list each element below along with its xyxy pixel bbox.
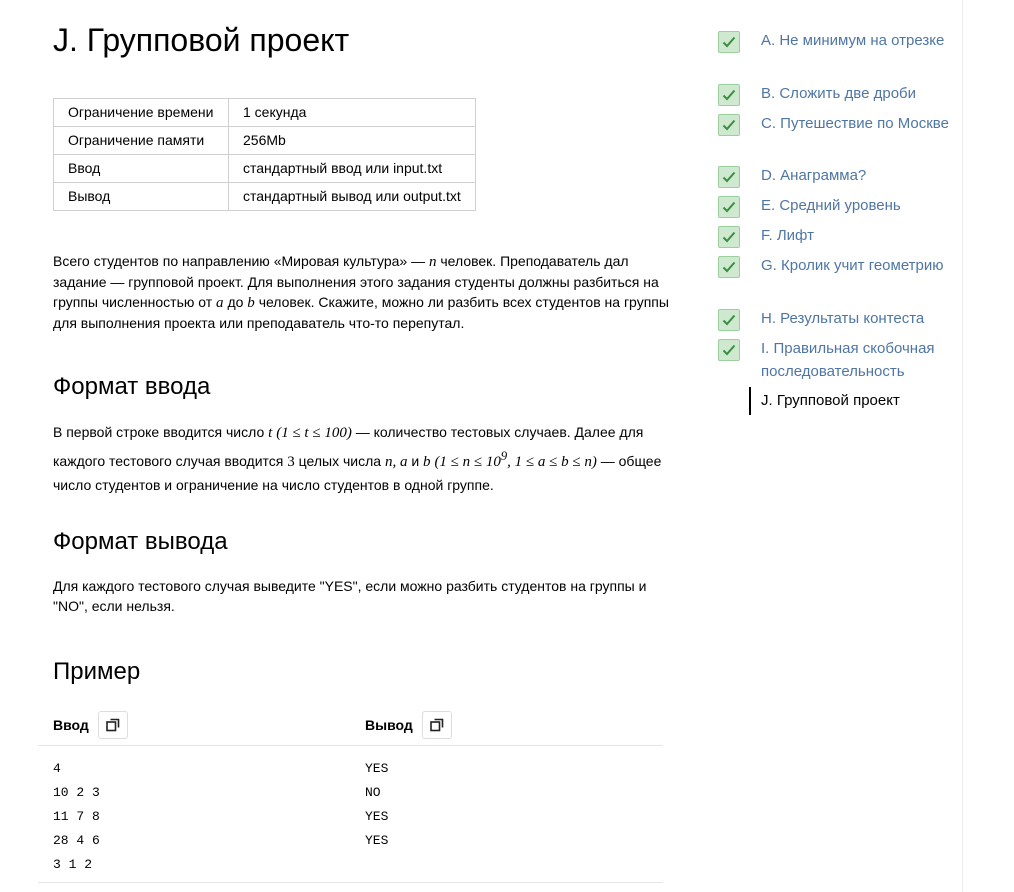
example-output: YES NO YES YES — [365, 757, 388, 853]
limit-key: Вывод — [53, 182, 229, 211]
example-input-line: 11 7 8 — [53, 809, 100, 824]
math-number: 3 — [287, 454, 295, 470]
math-vars: n, a — [384, 454, 408, 470]
problem-page: J. Групповой проект Ограничение времени … — [0, 0, 1014, 892]
input-text: В первой строке вводится число — [53, 424, 265, 440]
limits-row: Ввод стандартный ввод или input.txt — [53, 154, 476, 183]
nav-item-label[interactable]: B. Сложить две дроби — [761, 82, 951, 105]
check-icon — [718, 84, 740, 106]
check-icon — [718, 196, 740, 218]
current-marker — [749, 387, 751, 415]
nav-item-label[interactable]: D. Анаграмма? — [761, 164, 951, 187]
copy-icon — [105, 718, 120, 732]
example-input-label: Ввод — [53, 717, 89, 733]
check-icon — [718, 114, 740, 136]
copy-output-button[interactable] — [421, 711, 452, 739]
example-heading: Пример — [53, 658, 141, 685]
limits-row: Ограничение памяти 256Mb — [53, 126, 476, 155]
example-divider — [38, 745, 663, 746]
limits-row: Вывод стандартный вывод или output.txt — [53, 182, 476, 211]
check-icon — [718, 31, 740, 53]
example-input-header: Ввод — [53, 711, 128, 739]
output-format-heading: Формат вывода — [53, 528, 228, 555]
copy-input-button[interactable] — [97, 711, 128, 739]
example-output-line: YES — [365, 761, 389, 776]
math-var-t: t — [268, 425, 273, 441]
limits-row: Ограничение времени 1 секунда — [53, 98, 476, 127]
nav-item-label[interactable]: E. Средний уровень — [761, 194, 951, 217]
check-icon — [718, 226, 740, 248]
example-input: 4 10 2 3 11 7 8 28 4 6 3 1 2 — [53, 757, 100, 877]
math-constraint-close: , 1 ≤ a ≤ b ≤ n) — [507, 454, 597, 470]
nav-item-label[interactable]: I. Правильная скобочная последовательнос… — [761, 337, 951, 383]
example-input-line: 10 2 3 — [53, 785, 100, 800]
limit-key: Ограничение памяти — [53, 126, 229, 155]
example-output-header: Вывод — [365, 711, 452, 739]
page-divider — [962, 0, 963, 892]
math-var-b: b — [247, 295, 255, 311]
example-input-line: 3 1 2 — [53, 857, 93, 872]
nav-item-label[interactable]: H. Результаты контеста — [761, 307, 951, 330]
input-text: и — [411, 453, 420, 469]
nav-item-label[interactable]: A. Не минимум на отрезке — [761, 29, 951, 52]
input-text: целых числа — [298, 453, 382, 469]
check-icon — [718, 339, 740, 361]
nav-item-label[interactable]: F. Лифт — [761, 224, 951, 247]
input-format-heading: Формат ввода — [53, 373, 211, 400]
example-output-line: YES — [365, 809, 389, 824]
nav-item-label[interactable]: C. Путешествие по Москве — [761, 112, 951, 135]
math-constraint-open: (1 ≤ n ≤ 10 — [434, 454, 501, 470]
example-input-line: 28 4 6 — [53, 833, 100, 848]
nav-item-label[interactable]: G. Кролик учит геометрию — [761, 254, 951, 277]
math-var-b: b — [423, 454, 431, 470]
legend-text: Всего студентов по направлению «Мировая … — [53, 253, 426, 269]
example-output-line: YES — [365, 833, 389, 848]
input-format-text: В первой строке вводится число t (1 ≤ t … — [53, 421, 673, 497]
copy-icon — [429, 718, 444, 732]
math-constraint-n: (1 ≤ n ≤ 109, 1 ≤ a ≤ b ≤ n) — [434, 449, 597, 470]
limit-value: стандартный ввод или input.txt — [228, 154, 476, 183]
check-icon — [718, 166, 740, 188]
limits-table: Ограничение времени 1 секунда Ограничени… — [53, 98, 476, 211]
math-var-n: n — [428, 254, 437, 270]
check-icon — [718, 256, 740, 278]
example-output-line: NO — [365, 785, 381, 800]
limit-value: стандартный вывод или output.txt — [228, 182, 476, 211]
problem-legend: Всего студентов по направлению «Мировая … — [53, 251, 673, 333]
limit-value: 1 секунда — [228, 98, 476, 127]
check-icon — [718, 309, 740, 331]
output-format-text: Для каждого тестового случая выведите "Y… — [53, 578, 647, 614]
legend-text: до — [227, 294, 244, 310]
math-var-a: a — [216, 295, 224, 311]
limit-value: 256Mb — [228, 126, 476, 155]
example-divider — [38, 882, 663, 883]
problem-title: J. Групповой проект — [53, 22, 350, 58]
example-input-line: 4 — [53, 761, 61, 776]
math-constraint-t: (1 ≤ t ≤ 100) — [276, 425, 352, 441]
nav-item-label[interactable]: J. Групповой проект — [761, 389, 951, 412]
example-output-label: Вывод — [365, 717, 413, 733]
limit-key: Ограничение времени — [53, 98, 229, 127]
limit-key: Ввод — [53, 154, 229, 183]
